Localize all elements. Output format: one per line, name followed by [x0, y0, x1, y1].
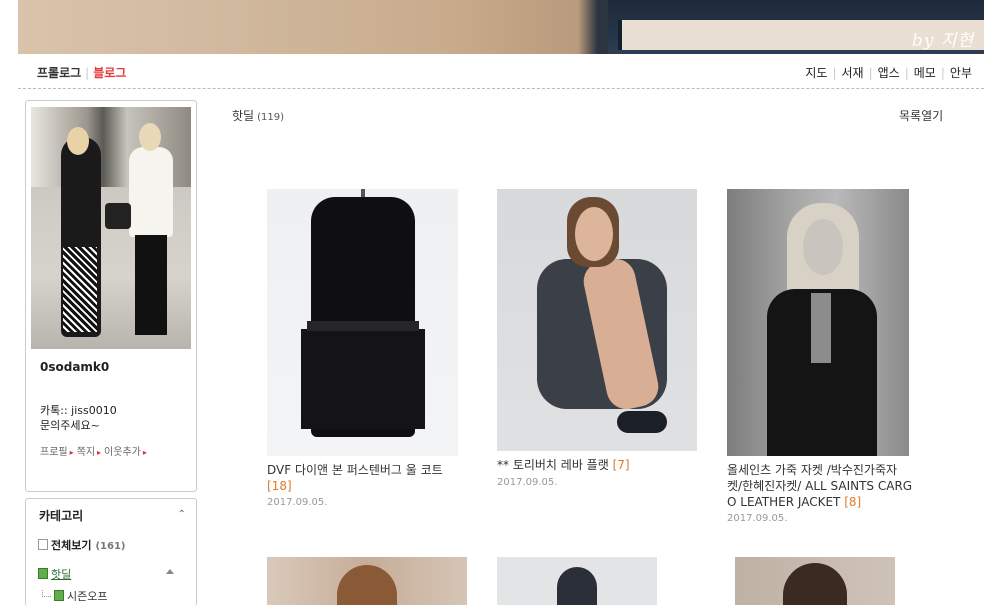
post-title-text: DVF 다이앤 본 퍼스텐버그 울 코트	[267, 463, 443, 477]
blog-link[interactable]: 블로그	[93, 66, 126, 80]
post-title-text: ** 토리버치 레바 플랫	[497, 458, 609, 472]
category-item-hotdeal[interactable]: 핫딜	[38, 566, 71, 582]
message-link[interactable]: 쪽지	[77, 447, 95, 458]
photo-figure-head	[67, 127, 89, 155]
nav-separator: |	[85, 66, 90, 80]
board-title: 핫딜 (119)	[232, 107, 284, 124]
post-thumbnail[interactable]	[497, 557, 657, 605]
thumbnail-coat-hem	[301, 329, 425, 429]
memo-link[interactable]: 메모	[914, 66, 936, 80]
post-thumbnail[interactable]	[735, 557, 895, 605]
category-item-label: 핫딜	[51, 568, 72, 581]
post-thumbnail[interactable]	[727, 189, 909, 456]
nav-separator: |	[868, 66, 873, 80]
arrow-icon: ▸	[69, 448, 74, 457]
thumbnail-shoe	[617, 411, 667, 433]
post-title-text: O LEATHER JACKET	[727, 495, 841, 509]
folder-icon	[38, 568, 48, 579]
thumbnail-figure-hair	[783, 563, 847, 605]
add-neighbor-link[interactable]: 이웃추가	[104, 447, 141, 458]
thumbnail-figure-hair	[337, 565, 397, 605]
arrow-icon: ▸	[97, 448, 102, 457]
thumbnail-figure-hair	[557, 567, 597, 605]
nav-separator: |	[904, 66, 909, 80]
map-link[interactable]: 지도	[805, 66, 827, 80]
post-thumbnail[interactable]	[497, 189, 697, 451]
profile-nickname[interactable]: 0sodamk0	[40, 360, 109, 374]
profile-description-line: 문의주세요~	[40, 419, 100, 432]
photo-figure	[129, 147, 173, 237]
nav-separator: |	[940, 66, 945, 80]
prologue-link[interactable]: 프롤로그	[37, 66, 81, 80]
category-item-count: (161)	[95, 541, 126, 552]
top-nav-left: 프롤로그 | 블로그	[37, 64, 126, 81]
category-item-all[interactable]: 전체보기 (161)	[38, 537, 126, 553]
category-item-label: 전체보기	[51, 539, 92, 552]
tree-branch-icon	[42, 590, 51, 597]
top-navigation: 프롤로그 | 블로그 지도 | 서재 | 앱스 | 메모 | 안부	[18, 64, 984, 89]
photo-bag	[105, 203, 131, 229]
category-item-label: 시즌오프	[67, 590, 108, 603]
comment-count: [7]	[612, 458, 630, 472]
post-date: 2017.09.05.	[727, 513, 788, 524]
category-item-seasonoff[interactable]: 시즌오프	[42, 588, 107, 604]
apps-link[interactable]: 앱스	[878, 66, 900, 80]
comment-count: [8]	[844, 495, 862, 509]
post-date: 2017.09.05.	[497, 477, 558, 488]
photo-figure-legs	[63, 247, 97, 332]
profile-description: 카톡:: jiss0010 문의주세요~	[40, 403, 117, 433]
profile-links: 프로필 ▸ 쪽지 ▸ 이웃추가 ▸	[40, 443, 150, 458]
comment-count: [18]	[267, 479, 292, 493]
post-thumbnail[interactable]	[267, 189, 458, 456]
photo-figure-head	[139, 123, 161, 151]
category-title: 카테고리	[39, 509, 84, 523]
library-link[interactable]: 서재	[841, 66, 863, 80]
top-nav-right: 지도 | 서재 | 앱스 | 메모 | 안부	[805, 64, 972, 81]
post-title[interactable]: 올세인츠 가죽 자켓 /박수진가죽자 켓/한혜진자켓/ ALL SAINTS C…	[727, 462, 927, 510]
folder-icon	[54, 590, 64, 601]
thumbnail-figure-face	[575, 207, 613, 261]
board-title-label: 핫딜	[232, 109, 255, 123]
post-date: 2017.09.05.	[267, 497, 328, 508]
nav-separator: |	[832, 66, 837, 80]
category-box: 카테고리 ⌃ 전체보기 (161) 핫딜 시즌오프	[25, 498, 197, 606]
thumbnail-shirt	[811, 293, 831, 363]
profile-photo[interactable]	[31, 107, 191, 349]
profile-description-line: 카톡:: jiss0010	[40, 404, 117, 417]
post-thumbnail[interactable]	[267, 557, 467, 605]
post-title-text: 올세인츠 가죽 자켓 /박수진가죽자	[727, 463, 898, 477]
thumbnail-figure-face	[803, 219, 843, 275]
post-title[interactable]: DVF 다이앤 본 퍼스텐버그 울 코트 [18]	[267, 462, 467, 494]
triangle-up-icon[interactable]	[166, 569, 174, 574]
page-icon	[38, 539, 48, 550]
header-banner: by 지현	[18, 0, 984, 54]
profile-box: 0sodamk0 카톡:: jiss0010 문의주세요~ 프로필 ▸ 쪽지 ▸ 이웃추…	[25, 100, 197, 492]
banner-signature: by 지현	[911, 31, 974, 51]
arrow-icon: ▸	[142, 448, 147, 457]
guestbook-link[interactable]: 안부	[950, 66, 972, 80]
board-post-count: (119)	[257, 112, 284, 123]
post-title-text: 켓/한혜진자켓/ ALL SAINTS CARG	[727, 479, 913, 493]
collapse-icon[interactable]: ⌃	[178, 509, 186, 520]
photo-figure-legs	[135, 235, 167, 335]
profile-link[interactable]: 프로필	[40, 447, 68, 458]
open-list-button[interactable]: 목록열기	[899, 107, 943, 124]
thumbnail-coat-belt	[307, 321, 419, 331]
post-title[interactable]: ** 토리버치 레바 플랫 [7]	[497, 457, 707, 473]
